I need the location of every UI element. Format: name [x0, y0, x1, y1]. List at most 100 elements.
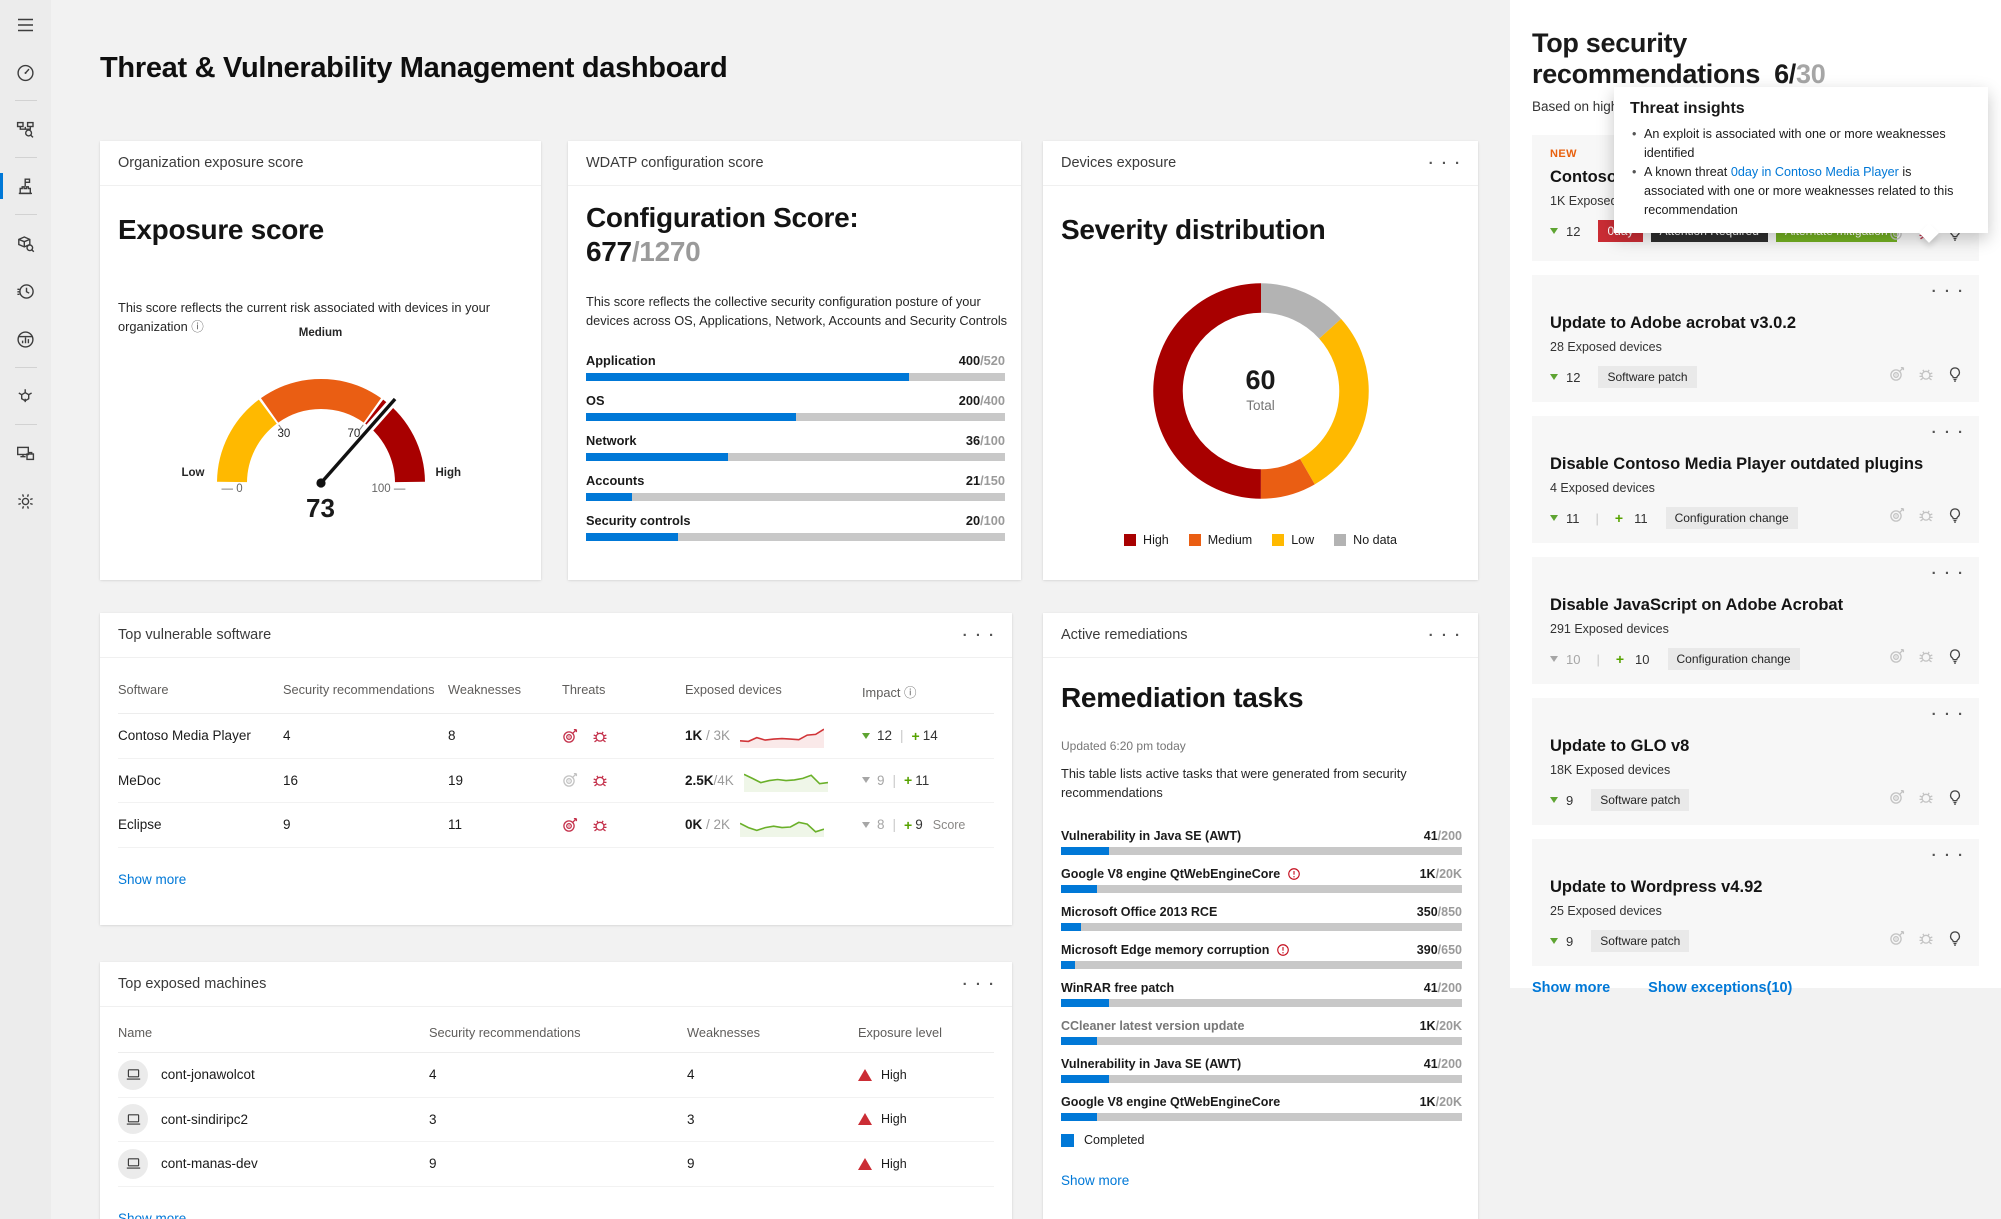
- column-header-security-recommendations[interactable]: Security recommendations: [283, 658, 448, 714]
- column-header-exposed-devices[interactable]: Exposed devices: [685, 658, 862, 714]
- info-icon[interactable]: ⓘ: [904, 686, 917, 700]
- recommendation-title[interactable]: Update to GLO v8: [1550, 737, 1961, 756]
- software-name[interactable]: MeDoc: [118, 759, 283, 804]
- target-icon[interactable]: [562, 817, 578, 833]
- target-icon[interactable]: [1889, 930, 1905, 946]
- recommendation-card[interactable]: · · · Disable Contoso Media Player outdat…: [1532, 416, 1979, 543]
- software-name[interactable]: Contoso Media Player: [118, 714, 283, 759]
- show-more-link[interactable]: Show more: [118, 1211, 186, 1219]
- bug-icon[interactable]: [1918, 930, 1934, 946]
- remediation-task[interactable]: Microsoft Office 2013 RCE350/850: [1061, 905, 1462, 931]
- trend-up-icon: +: [912, 728, 920, 744]
- sidebar-item-simulations[interactable]: [0, 385, 51, 407]
- more-menu[interactable]: · · ·: [963, 977, 996, 992]
- recommendation-action-icons: [1889, 366, 1963, 382]
- remediation-task[interactable]: CCleaner latest version update1K/20K: [1061, 1019, 1462, 1045]
- column-header-name[interactable]: Name: [118, 1007, 429, 1053]
- recommendation-card[interactable]: · · ·Update to Adobe acrobat v3.0.228 Ex…: [1532, 275, 1979, 402]
- target-icon[interactable]: [1889, 507, 1905, 523]
- sidebar-item-machines-list[interactable]: [0, 118, 51, 140]
- remediation-task[interactable]: WinRAR free patch41/200: [1061, 981, 1462, 1007]
- status-badge: Software patch: [1598, 366, 1696, 388]
- show-more-link[interactable]: Show more: [118, 872, 186, 887]
- config-bar-application: Application400/520: [586, 353, 1005, 381]
- remediation-task[interactable]: Vulnerability in Java SE (AWT)41/200: [1061, 829, 1462, 855]
- legend-label: Medium: [1208, 533, 1252, 547]
- sidebar-item-menu[interactable]: [0, 13, 51, 35]
- more-menu[interactable]: · · ·: [963, 628, 996, 643]
- exposure-score-title: Exposure score: [118, 213, 324, 247]
- bug-icon[interactable]: [1918, 648, 1934, 664]
- sidebar-item-timeline[interactable]: [0, 280, 51, 302]
- more-menu[interactable]: · · ·: [1932, 848, 1965, 863]
- software-name[interactable]: Eclipse: [118, 803, 283, 848]
- remediation-task[interactable]: Vulnerability in Java SE (AWT)41/200: [1061, 1057, 1462, 1083]
- sidebar-item-web-protection[interactable]: [0, 328, 51, 350]
- recommendation-card[interactable]: · · · Disable JavaScript on Adobe Acrobat…: [1532, 557, 1979, 684]
- column-header-exposure-level[interactable]: Exposure level: [858, 1007, 994, 1053]
- sidebar-item-portals[interactable]: [0, 442, 51, 464]
- recommendation-action-icons: [1889, 648, 1963, 664]
- weaknesses-count: 8: [448, 714, 562, 759]
- recommendations-count-total: 30: [1796, 59, 1825, 89]
- show-more-link[interactable]: Show more: [1061, 1173, 1129, 1188]
- column-header-weaknesses[interactable]: Weaknesses: [448, 658, 562, 714]
- lightbulb-icon[interactable]: [1947, 507, 1963, 523]
- bug-icon[interactable]: [592, 728, 608, 744]
- lightbulb-icon[interactable]: [1947, 789, 1963, 805]
- lightbulb-icon[interactable]: [1947, 648, 1963, 664]
- sidebar-item-dashboard[interactable]: [0, 61, 51, 83]
- target-icon[interactable]: [1889, 366, 1905, 382]
- machine-name-cell[interactable]: cont-jonawolcot: [118, 1053, 429, 1098]
- recommendation-title[interactable]: Update to Adobe acrobat v3.0.2: [1550, 314, 1961, 333]
- warning-icon[interactable]: [1276, 943, 1290, 957]
- target-icon[interactable]: [1889, 648, 1905, 664]
- remediation-task[interactable]: Google V8 engine QtWebEngineCore1K/20K: [1061, 1095, 1462, 1121]
- column-header-software[interactable]: Software: [118, 658, 283, 714]
- more-menu[interactable]: · · ·: [1932, 425, 1965, 440]
- column-header-security-recommendations[interactable]: Security recommendations: [429, 1007, 687, 1053]
- machine-name-cell[interactable]: cont-sindiripc2: [118, 1098, 429, 1143]
- legend-item-medium: Medium: [1189, 533, 1252, 547]
- more-menu[interactable]: · · ·: [1429, 628, 1462, 643]
- bug-icon[interactable]: [1918, 789, 1934, 805]
- more-menu[interactable]: · · ·: [1932, 566, 1965, 581]
- sidebar-item-tvm-dashboard[interactable]: [0, 175, 51, 197]
- recommendation-card[interactable]: · · ·Update to GLO v818K Exposed devices…: [1532, 698, 1979, 825]
- more-menu[interactable]: · · ·: [1429, 156, 1462, 171]
- bug-icon[interactable]: [592, 817, 608, 833]
- recommendation-card[interactable]: · · ·Update to Wordpress v4.9225 Exposed…: [1532, 839, 1979, 966]
- trend-down-icon: [862, 777, 870, 783]
- target-icon[interactable]: [562, 728, 578, 744]
- sidebar-item-software-inventory[interactable]: [0, 232, 51, 254]
- remediation-task[interactable]: Microsoft Edge memory corruption390/650: [1061, 943, 1462, 969]
- progress-track: [1061, 1113, 1462, 1121]
- progress-track: [1061, 1037, 1462, 1045]
- bug-icon[interactable]: [592, 772, 608, 788]
- recommendation-title[interactable]: Disable Contoso Media Player outdated pl…: [1550, 455, 1961, 474]
- remediation-task[interactable]: Google V8 engine QtWebEngineCore1K/20K: [1061, 867, 1462, 893]
- threat-link[interactable]: 0day in Contoso Media Player: [1731, 165, 1899, 179]
- legend-swatch: [1189, 534, 1201, 546]
- column-header-weaknesses[interactable]: Weaknesses: [687, 1007, 858, 1053]
- bug-icon[interactable]: [1918, 366, 1934, 382]
- sidebar-item-settings[interactable]: [0, 490, 51, 512]
- column-header-threats[interactable]: Threats: [562, 658, 685, 714]
- lightbulb-icon[interactable]: [1947, 366, 1963, 382]
- target-icon[interactable]: [1889, 789, 1905, 805]
- recommendation-title[interactable]: Update to Wordpress v4.92: [1550, 878, 1961, 897]
- column-header-impact[interactable]: Impact ⓘ: [862, 658, 994, 714]
- bug-icon[interactable]: [1918, 507, 1934, 523]
- more-menu[interactable]: · · ·: [1932, 284, 1965, 299]
- show-exceptions-link[interactable]: Show exceptions(10): [1648, 980, 1792, 996]
- target-icon[interactable]: [562, 772, 578, 788]
- task-value: 41/200: [1424, 1057, 1462, 1071]
- machine-name-cell[interactable]: cont-manas-dev: [118, 1142, 429, 1187]
- lightbulb-icon[interactable]: [1947, 930, 1963, 946]
- show-more-link[interactable]: Show more: [1532, 980, 1610, 996]
- warning-icon[interactable]: [1287, 867, 1301, 881]
- recommendation-title[interactable]: Disable JavaScript on Adobe Acrobat: [1550, 596, 1961, 615]
- remediation-description: This table lists active tasks that were …: [1061, 765, 1451, 802]
- progress-track: [1061, 923, 1462, 931]
- more-menu[interactable]: · · ·: [1932, 707, 1965, 722]
